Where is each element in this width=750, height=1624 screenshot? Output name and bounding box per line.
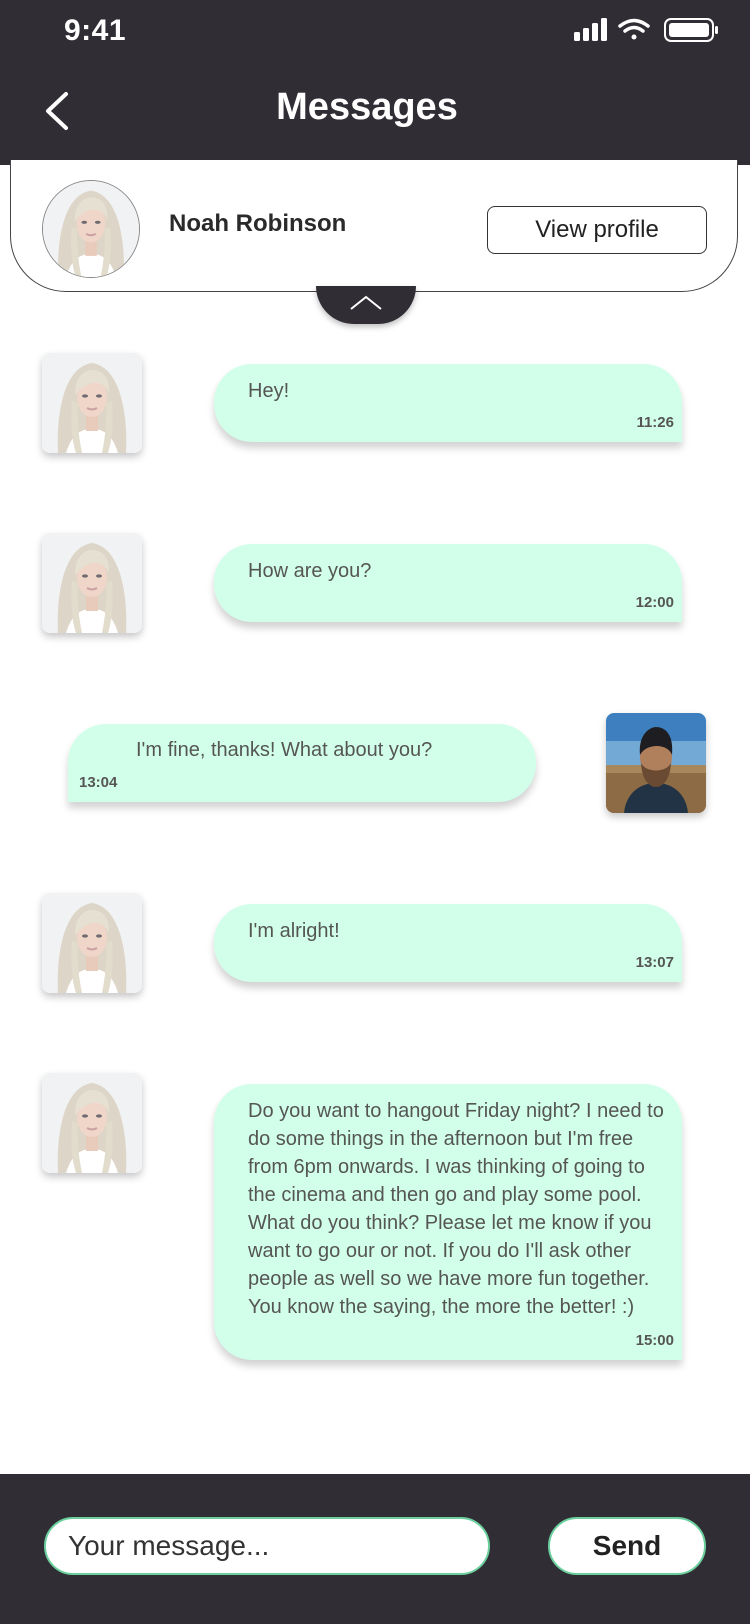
status-icons (574, 18, 718, 42)
send-button[interactable]: Send (548, 1517, 706, 1575)
sender-avatar (42, 1073, 142, 1173)
user-avatar (606, 713, 706, 813)
message-time: 13:07 (635, 954, 674, 971)
sender-avatar (42, 533, 142, 633)
battery-icon (664, 18, 718, 42)
message-text: I'm fine, thanks! What about you? (136, 739, 433, 761)
message-bubble-incoming: Hey! 11:26 (214, 364, 682, 442)
message-bubble-incoming: How are you? 12:00 (214, 544, 682, 622)
sender-avatar (42, 893, 142, 993)
message-text: I'm alright! (248, 920, 340, 942)
sender-avatar (42, 353, 142, 453)
contact-avatar[interactable] (42, 180, 140, 278)
contact-name: Noah Robinson (169, 210, 347, 237)
contact-card: Noah Robinson View profile (10, 160, 738, 292)
top-bar: 9:41 Messages (0, 0, 750, 165)
page-title: Messages (276, 86, 458, 128)
message-text: Do you want to hangout Friday night? I n… (248, 1100, 664, 1318)
composer-bar: Send (0, 1474, 750, 1624)
wifi-icon (618, 18, 650, 40)
message-input[interactable] (44, 1517, 490, 1575)
message-time: 11:26 (636, 414, 674, 431)
message-time: 13:04 (79, 774, 118, 791)
message-bubble-incoming: Do you want to hangout Friday night? I n… (214, 1084, 682, 1360)
chevron-up-icon (350, 295, 382, 310)
status-time: 9:41 (64, 14, 127, 47)
collapse-card-toggle[interactable] (316, 286, 416, 324)
message-time: 12:00 (635, 594, 674, 611)
signal-icon (574, 18, 607, 41)
message-bubble-outgoing: I'm fine, thanks! What about you? 13:04 (68, 724, 536, 802)
message-text: How are you? (248, 560, 372, 582)
message-text: Hey! (248, 380, 290, 402)
view-profile-button[interactable]: View profile (487, 206, 707, 254)
message-bubble-incoming: I'm alright! 13:07 (214, 904, 682, 982)
message-time: 15:00 (635, 1332, 674, 1349)
